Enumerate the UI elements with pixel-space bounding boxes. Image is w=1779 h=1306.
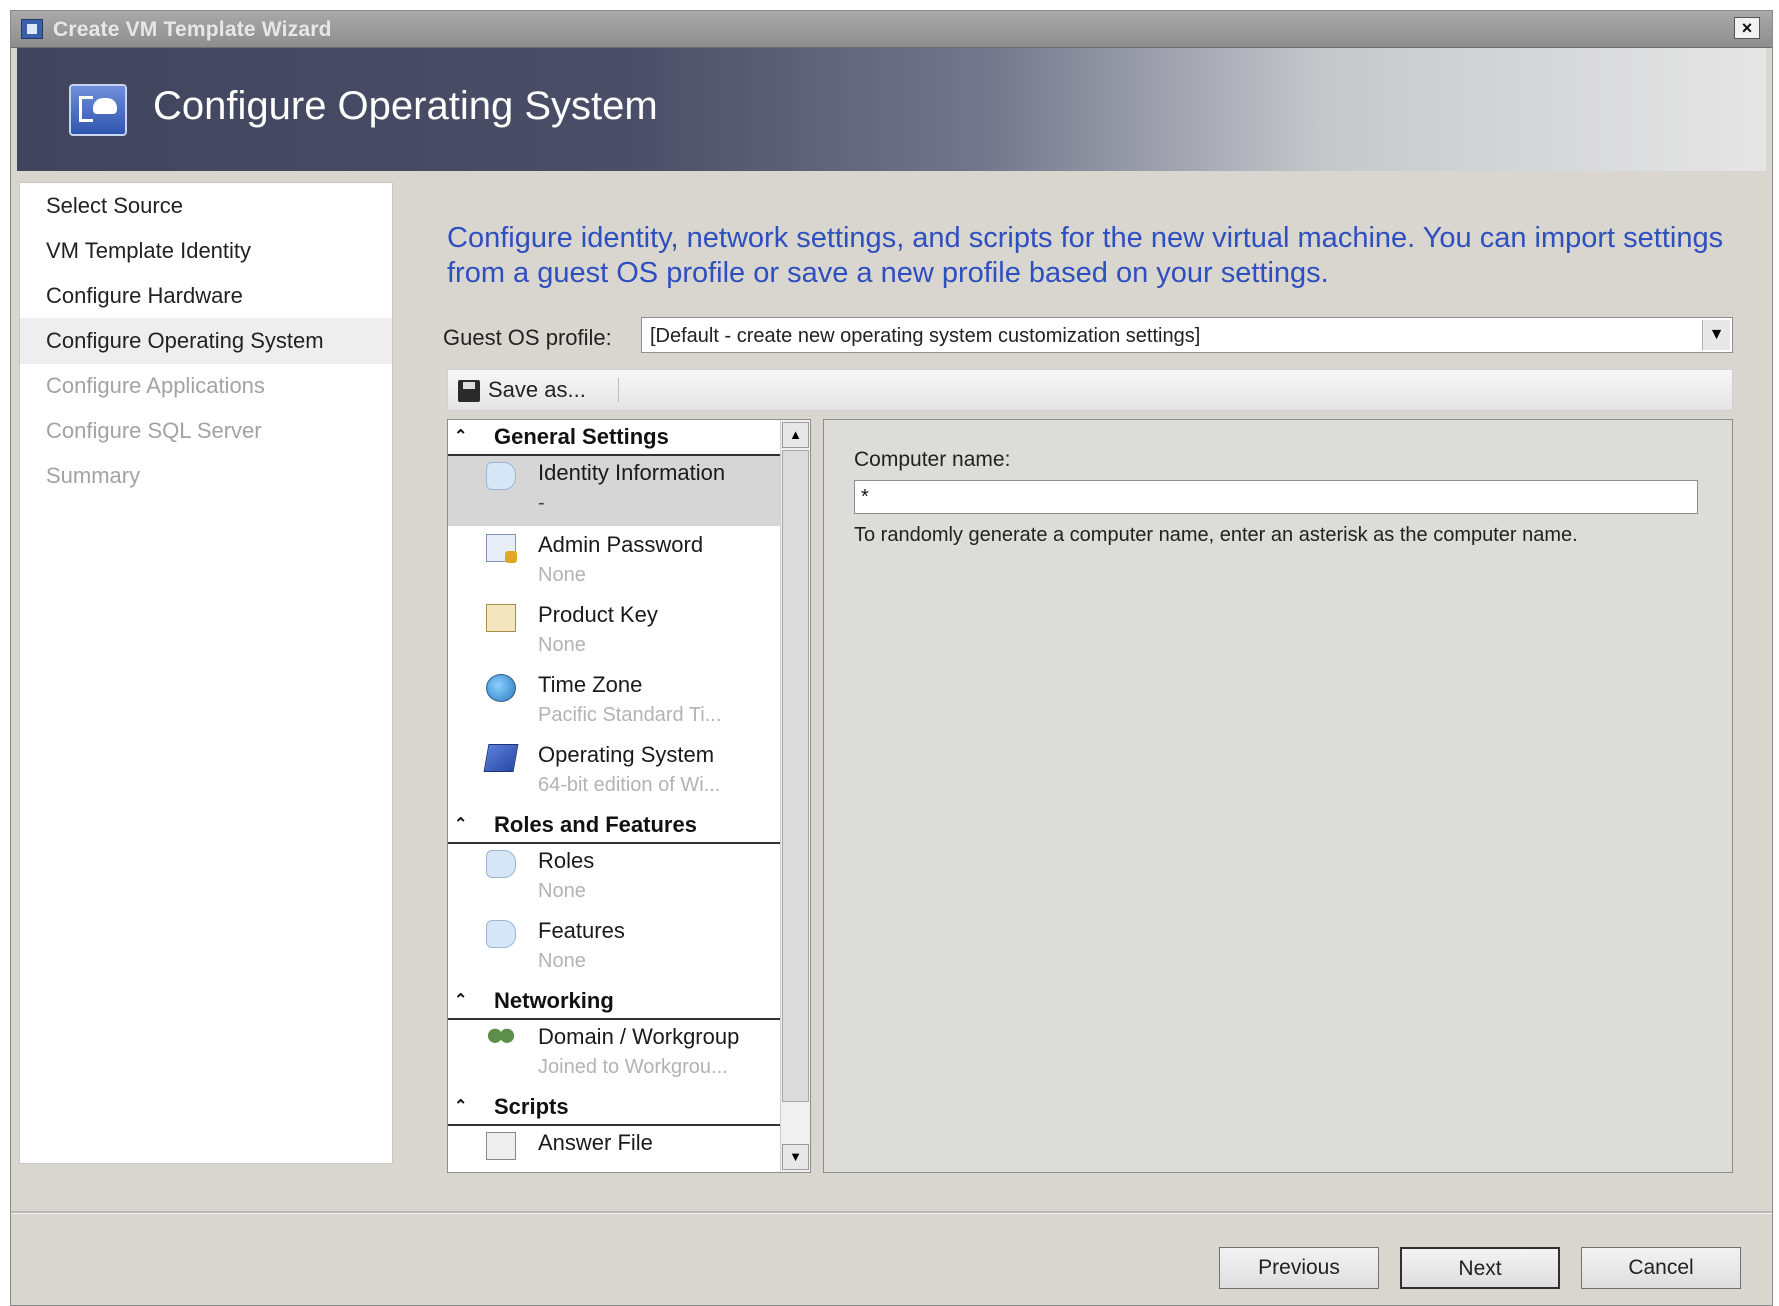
tree-item-value: Pacific Standard Ti...	[538, 704, 722, 726]
section-title: Roles and Features	[494, 812, 697, 837]
wizard-steps-nav: Select Source VM Template Identity Confi…	[19, 182, 393, 1164]
nav-step-configure-operating-system[interactable]: Configure Operating System	[20, 318, 392, 364]
computer-name-input[interactable]	[854, 480, 1698, 514]
tree-item-domain-workgroup[interactable]: Domain / Workgroup Joined to Workgrou...	[448, 1020, 780, 1090]
tree-item-value: Joined to Workgrou...	[538, 1056, 728, 1078]
tree-item-features[interactable]: Features None	[448, 914, 780, 984]
nav-step-summary: Summary	[46, 463, 141, 488]
tree-item-roles[interactable]: Roles None	[448, 844, 780, 914]
nav-step-vm-template-identity[interactable]: VM Template Identity	[20, 228, 392, 274]
tree-item-value: None	[538, 880, 586, 902]
tree-item-name: Time Zone	[538, 672, 643, 697]
window-title: Create VM Template Wizard	[53, 18, 332, 41]
guest-os-profile-label: Guest OS profile:	[443, 325, 612, 350]
tree-item-admin-password[interactable]: Admin Password None	[448, 528, 780, 598]
tree-item-value: None	[538, 634, 586, 656]
globe-icon	[486, 674, 516, 702]
nav-step-configure-sql-server: Configure SQL Server	[46, 418, 262, 443]
tree-item-name: Admin Password	[538, 532, 704, 557]
guest-os-profile-value: [Default - create new operating system c…	[650, 325, 1201, 347]
tree-item-name: Domain / Workgroup	[538, 1024, 740, 1049]
tree-item-name: Operating System	[538, 742, 715, 767]
save-as-label: Save as...	[488, 377, 586, 402]
computer-name-label: Computer name:	[854, 448, 1011, 471]
tree-item-name: Roles	[538, 848, 595, 873]
tree-scrollbar[interactable]: ▲ ▼	[780, 420, 810, 1172]
section-title: General Settings	[494, 424, 669, 449]
scroll-up-arrow-icon[interactable]: ▲	[782, 422, 809, 448]
tree-item-name: Features	[538, 918, 625, 943]
save-disk-icon	[458, 380, 480, 402]
tree-item-time-zone[interactable]: Time Zone Pacific Standard Ti...	[448, 668, 780, 738]
tree-item-product-key[interactable]: Product Key None	[448, 598, 780, 668]
page-title: Configure Operating System	[153, 84, 658, 128]
os-icon	[483, 744, 519, 772]
tag-icon	[486, 920, 516, 948]
tree-item-name: Product Key	[538, 602, 658, 627]
section-networking[interactable]: ⌃ Networking	[448, 984, 780, 1020]
product-key-icon	[486, 604, 516, 632]
section-title: Scripts	[494, 1094, 569, 1119]
tree-item-value: None	[538, 564, 586, 586]
password-icon	[486, 534, 517, 563]
scroll-thumb[interactable]	[782, 450, 809, 1102]
tree-item-value: None	[538, 950, 586, 972]
save-as-button[interactable]: Save as...	[452, 374, 596, 406]
tree-item-value: 64-bit edition of Wi...	[538, 774, 721, 796]
answer-file-icon	[486, 1132, 516, 1160]
profile-toolbar: Save as...	[447, 369, 1733, 411]
section-title: Networking	[494, 988, 614, 1013]
settings-tree: ⌃ General Settings Identity Information …	[447, 419, 811, 1173]
section-general-settings[interactable]: ⌃ General Settings	[448, 420, 780, 456]
toolbar-separator	[618, 378, 619, 402]
tree-item-identity-information[interactable]: Identity Information -	[448, 456, 780, 526]
intro-text: Configure identity, network settings, an…	[447, 222, 1724, 289]
tree-item-operating-system[interactable]: Operating System 64-bit edition of Wi...	[448, 738, 780, 808]
domain-icon	[486, 1026, 516, 1054]
section-roles-and-features[interactable]: ⌃ Roles and Features	[448, 808, 780, 844]
tree-item-name: Identity Information	[538, 460, 726, 485]
guest-os-profile-select[interactable]: [Default - create new operating system c…	[641, 317, 1733, 353]
collapse-chevron-icon: ⌃	[454, 816, 468, 833]
previous-button[interactable]: Previous	[1219, 1247, 1379, 1289]
tree-item-name: Answer File	[538, 1130, 653, 1155]
cancel-button[interactable]: Cancel	[1581, 1247, 1741, 1289]
tree-item-value: -	[538, 492, 545, 514]
tree-item-answer-file[interactable]: Answer File	[448, 1126, 780, 1172]
wizard-window: Create VM Template Wizard × Configure Op…	[10, 10, 1773, 1306]
next-button[interactable]: Next	[1400, 1247, 1560, 1289]
nav-step-configure-hardware[interactable]: Configure Hardware	[20, 273, 392, 319]
footer-divider	[11, 1211, 1772, 1214]
section-scripts[interactable]: ⌃ Scripts	[448, 1090, 780, 1126]
title-bar: Create VM Template Wizard ×	[11, 11, 1772, 48]
close-button[interactable]: ×	[1734, 17, 1760, 39]
collapse-chevron-icon: ⌃	[454, 428, 468, 445]
configure-os-icon	[69, 84, 127, 136]
collapse-chevron-icon: ⌃	[454, 1098, 468, 1115]
computer-name-hint: To randomly generate a computer name, en…	[854, 524, 1578, 546]
scroll-down-arrow-icon[interactable]: ▼	[782, 1144, 809, 1170]
tag-icon	[486, 462, 516, 490]
header-banner: Configure Operating System	[17, 48, 1766, 171]
details-panel: Computer name: To randomly generate a co…	[823, 419, 1733, 1173]
tag-icon	[486, 850, 516, 878]
app-icon	[21, 19, 43, 39]
dropdown-arrow-icon[interactable]: ▼	[1702, 320, 1730, 350]
nav-step-select-source[interactable]: Select Source	[20, 183, 392, 229]
collapse-chevron-icon: ⌃	[454, 992, 468, 1009]
nav-step-configure-applications: Configure Applications	[46, 373, 265, 398]
